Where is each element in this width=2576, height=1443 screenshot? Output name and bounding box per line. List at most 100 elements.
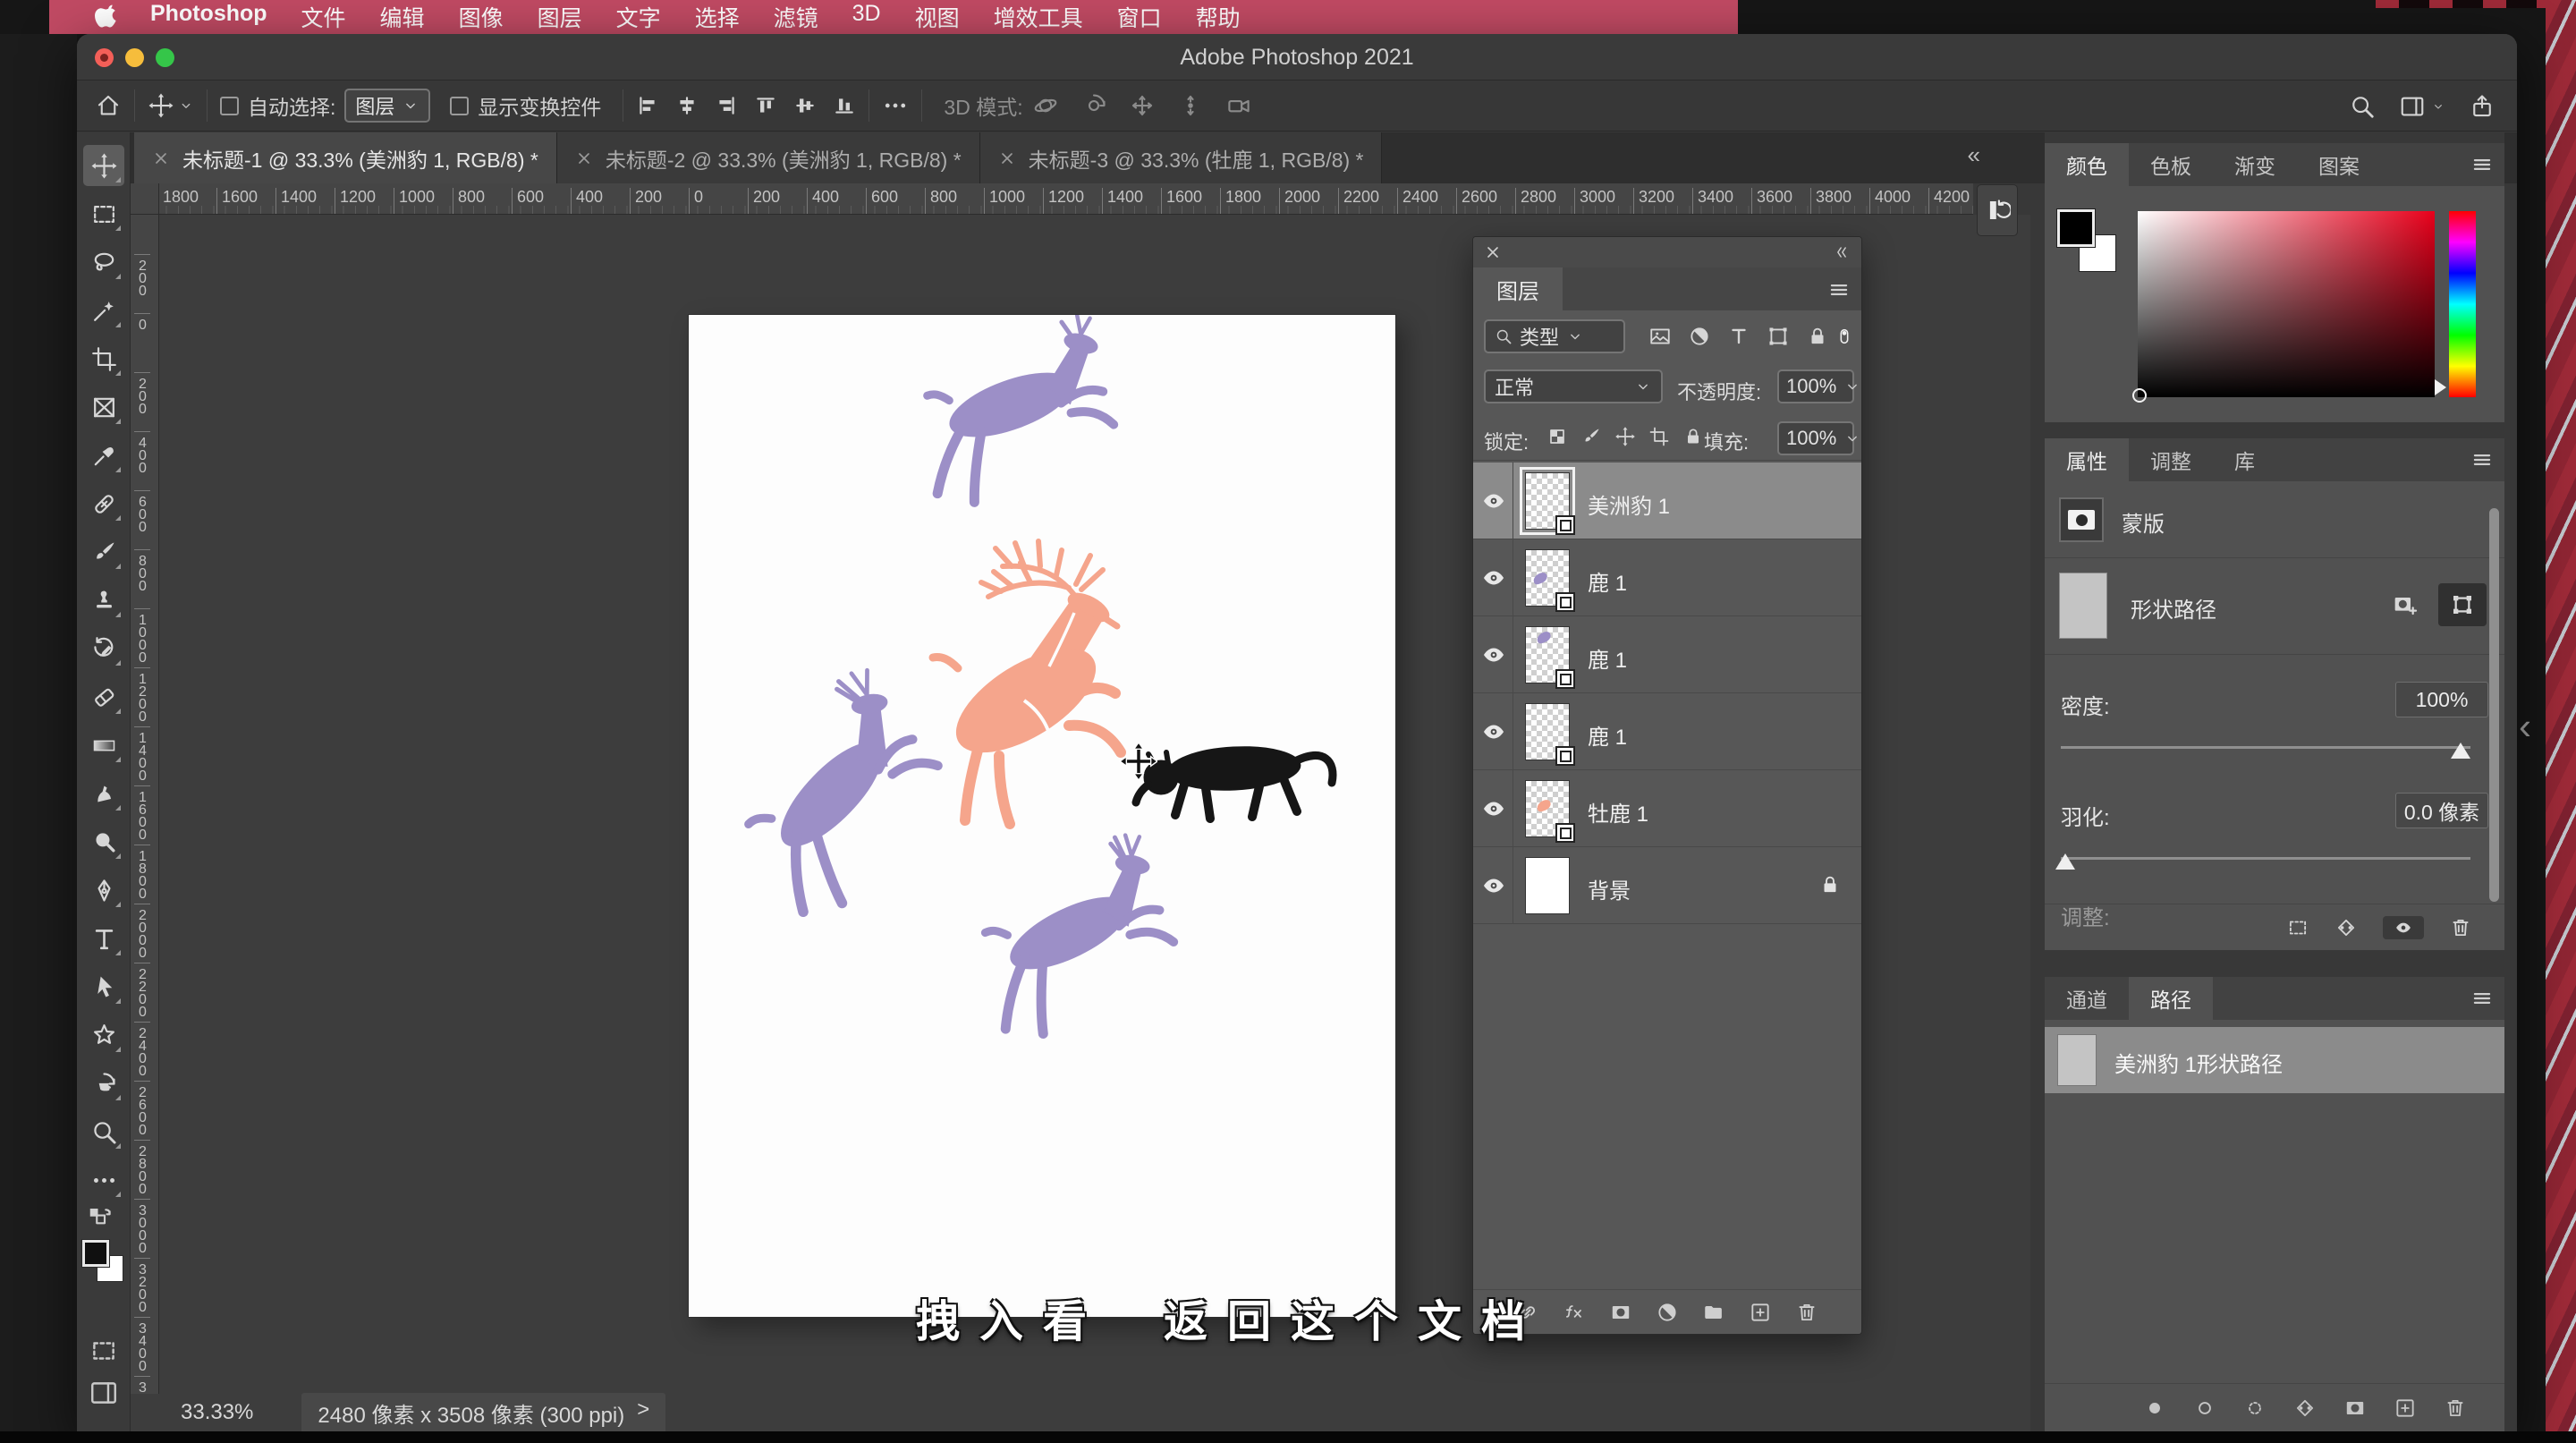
layer-thumbnail[interactable]	[1525, 857, 1570, 914]
marquee-tool[interactable]	[83, 193, 124, 234]
feather-slider-thumb[interactable]	[2055, 853, 2075, 870]
move-icon[interactable]	[1614, 426, 1636, 447]
eyedropper-tool[interactable]	[83, 435, 124, 476]
menu-item-9[interactable]: 3D	[835, 1, 898, 33]
layer-thumbnail[interactable]	[1525, 780, 1575, 843]
pan-icon[interactable]	[1129, 92, 1156, 119]
frame-badge-icon[interactable]	[1767, 325, 1790, 348]
properties-tab-2[interactable]: 调整	[2129, 438, 2213, 481]
rotate-view-tool[interactable]	[83, 1063, 124, 1104]
more-options-icon[interactable]	[882, 92, 909, 119]
menu-item-7[interactable]: 选择	[678, 1, 757, 33]
foreground-color-swatch[interactable]	[2056, 208, 2096, 248]
roll-icon[interactable]	[1080, 92, 1107, 119]
auto-select-checkbox[interactable]	[220, 96, 239, 115]
eye-solid-icon[interactable]	[2383, 915, 2424, 939]
smudge-tool[interactable]	[83, 773, 124, 814]
scrollbar[interactable]	[2489, 508, 2499, 902]
menu-item-10[interactable]: 视图	[898, 1, 977, 33]
horizontal-ruler[interactable]: 1800 1600 1400 1200 1000 800 600 400 200 0 200 400 6…	[131, 183, 1973, 215]
density-slider[interactable]	[2061, 743, 2470, 759]
mask-icon[interactable]	[1609, 1301, 1632, 1324]
vertical-ruler[interactable]: 200 0 200 400 600 800 1000 1200 1400 1600 1800 2000…	[131, 215, 159, 1394]
lock-icon[interactable]	[1682, 426, 1704, 447]
feather-value[interactable]: 0.0 像素	[2395, 793, 2488, 828]
layer-visibility-eye-icon[interactable]	[1481, 565, 1506, 590]
status-expand-icon[interactable]: >	[637, 1397, 649, 1429]
document-info[interactable]: 2480 像素 x 3508 像素 (300 ppi) >	[301, 1392, 666, 1431]
folder-icon[interactable]	[1702, 1301, 1725, 1324]
move-tool-icon[interactable]	[148, 92, 174, 119]
mask-icon[interactable]	[2343, 1396, 2367, 1420]
shape-path-thumbnail[interactable]	[2059, 573, 2107, 639]
color-field-marker[interactable]	[2132, 388, 2147, 403]
panel-menu-icon[interactable]	[1827, 278, 1851, 301]
camera-icon[interactable]	[1225, 92, 1252, 119]
menu-item-3[interactable]: 编辑	[363, 1, 442, 33]
checker-icon[interactable]	[1546, 426, 1568, 447]
plus-square-icon[interactable]	[2394, 1396, 2417, 1420]
align-l-icon[interactable]	[636, 94, 659, 117]
pen-tool[interactable]	[83, 870, 124, 911]
collapse-panel-icon[interactable]	[1833, 243, 1851, 261]
layer-name[interactable]: 牡鹿 1	[1588, 796, 1648, 828]
eraser-tool[interactable]	[83, 676, 124, 717]
dotted-rect-icon[interactable]	[2286, 916, 2309, 939]
magic-wand-tool[interactable]	[83, 290, 124, 331]
layer-row[interactable]: 鹿 1	[1473, 539, 1861, 616]
layer-visibility-eye-icon[interactable]	[1481, 488, 1506, 514]
color-tab-2[interactable]: 色板	[2129, 143, 2213, 186]
align-m-icon[interactable]	[793, 94, 817, 117]
zoom-tool[interactable]	[83, 1111, 124, 1152]
panel-menu-icon[interactable]	[2470, 448, 2494, 471]
layer-name[interactable]: 鹿 1	[1588, 642, 1627, 674]
menu-item-4[interactable]: 图像	[442, 1, 521, 33]
brush-tool[interactable]	[83, 531, 124, 573]
blend-mode-dropdown[interactable]: 正常	[1484, 369, 1663, 403]
menu-item-2[interactable]: 文件	[284, 1, 363, 33]
opacity-dropdown[interactable]: 100%	[1777, 369, 1858, 403]
layer-name[interactable]: 背景	[1588, 873, 1631, 904]
crop-tool[interactable]	[83, 338, 124, 379]
layer-thumbnail[interactable]	[1525, 626, 1575, 689]
fx-icon[interactable]	[1563, 1301, 1586, 1324]
layer-thumbnail[interactable]	[1525, 549, 1575, 612]
properties-tab-1[interactable]: 属性	[2045, 438, 2129, 481]
type-tool[interactable]	[83, 918, 124, 959]
lock-icon[interactable]	[1806, 325, 1829, 348]
color-tab-3[interactable]: 渐变	[2213, 143, 2297, 186]
density-slider-thumb[interactable]	[2451, 743, 2470, 759]
move-tool[interactable]	[83, 145, 124, 186]
more-tools[interactable]	[83, 1159, 124, 1201]
close-tab-icon[interactable]	[152, 149, 170, 167]
dot-dashed-icon[interactable]	[2243, 1396, 2267, 1420]
apple-icon[interactable]	[94, 4, 121, 30]
home-icon[interactable]	[95, 92, 122, 119]
menu-item-11[interactable]: 增效工具	[977, 1, 1100, 33]
layer-thumbnail[interactable]	[1520, 467, 1575, 535]
layer-row[interactable]: 牡鹿 1	[1473, 770, 1861, 847]
crop-icon[interactable]	[1648, 426, 1670, 447]
lasso-tool[interactable]	[83, 242, 124, 283]
hue-slider-marker[interactable]	[2435, 379, 2446, 395]
align-t-icon[interactable]	[754, 94, 777, 117]
invert-icon[interactable]	[2293, 1396, 2317, 1420]
layer-thumbnail[interactable]	[1525, 703, 1575, 766]
history-brush-tool[interactable]	[83, 628, 124, 669]
plus-square-icon[interactable]	[1749, 1301, 1772, 1324]
color-swatches[interactable]	[2056, 208, 2129, 284]
tab-layers[interactable]: 图层	[1473, 267, 1563, 310]
document-tab-1[interactable]: 未标题-1 @ 33.3% (美洲豹 1, RGB/8) *	[134, 132, 557, 183]
color-tab-4[interactable]: 图案	[2297, 143, 2381, 186]
adjust-icon[interactable]	[1688, 325, 1711, 348]
dot-outline-icon[interactable]	[2193, 1396, 2216, 1420]
screen-mode-icon[interactable]	[87, 1378, 121, 1408]
chevron-down-icon[interactable]	[2431, 99, 2445, 114]
layer-name[interactable]: 鹿 1	[1588, 565, 1627, 597]
document-tab-3[interactable]: 未标题-3 @ 33.3% (牡鹿 1, RGB/8) *	[979, 132, 1383, 183]
close-tab-icon[interactable]	[998, 149, 1016, 167]
collapse-tabs-icon[interactable]: «	[1968, 141, 1980, 169]
properties-tab-3[interactable]: 库	[2213, 438, 2276, 481]
filter-toggle-icon[interactable]	[1835, 321, 1854, 352]
menu-item-1[interactable]: Photoshop	[133, 1, 284, 33]
